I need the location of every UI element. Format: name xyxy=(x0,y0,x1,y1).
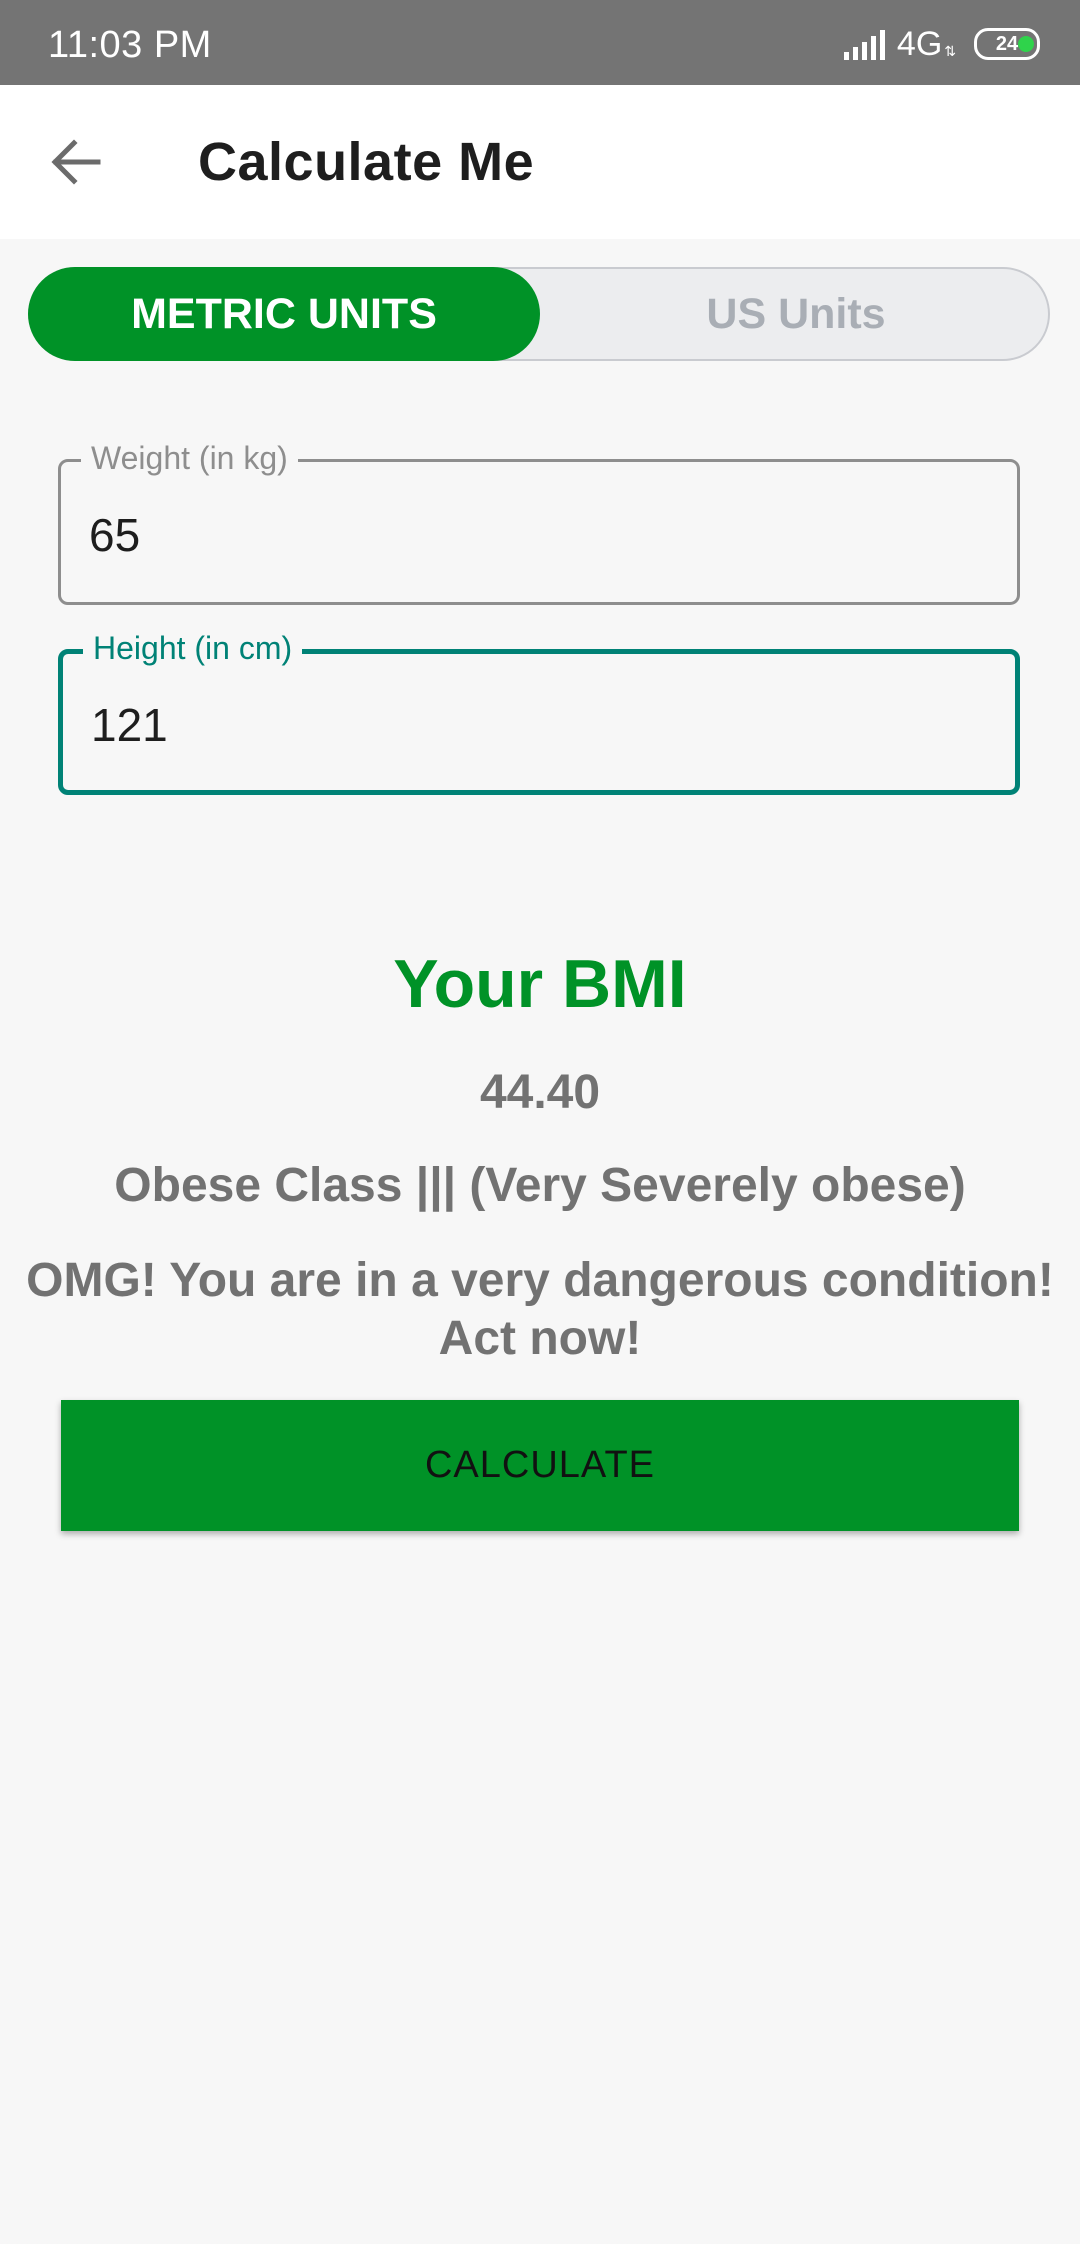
charging-dot-icon xyxy=(1018,36,1034,52)
battery-level: 24 xyxy=(995,32,1019,55)
bmi-classification: Obese Class ||| (Very Severely obese) xyxy=(114,1159,966,1212)
network-label: 4G xyxy=(896,24,943,63)
unit-toggle: METRIC UNITS US Units xyxy=(28,267,1050,361)
tab-metric-units[interactable]: METRIC UNITS xyxy=(28,267,540,361)
app-bar: Calculate Me xyxy=(0,85,1080,239)
status-bar: 11:03 PM 4G ⇅ 24 xyxy=(0,0,1080,85)
battery-icon: 24 xyxy=(974,28,1040,60)
status-time: 11:03 PM xyxy=(48,24,212,66)
weight-input[interactable]: 65 xyxy=(89,508,140,562)
bmi-message: OMG! You are in a very dangerous conditi… xyxy=(26,1254,1054,1365)
page-title: Calculate Me xyxy=(198,132,535,192)
weight-field[interactable]: Weight (in kg) 65 xyxy=(58,438,1020,605)
calculate-button[interactable]: CALCULATE xyxy=(61,1400,1019,1531)
signal-icon xyxy=(843,28,885,60)
weight-label: Weight (in kg) xyxy=(81,438,298,478)
height-label: Height (in cm) xyxy=(83,628,303,668)
bmi-title: Your BMI xyxy=(393,946,687,1022)
data-activity-icon: ⇅ xyxy=(944,42,956,59)
bmi-value: 44.40 xyxy=(479,1066,601,1119)
tab-us-units[interactable]: US Units xyxy=(540,267,1052,361)
arrow-left-icon xyxy=(51,139,101,185)
height-field[interactable]: Height (in cm) 121 xyxy=(58,628,1020,795)
height-input[interactable]: 121 xyxy=(91,698,168,752)
status-icons: 4G ⇅ 24 xyxy=(843,22,1040,66)
back-button[interactable] xyxy=(48,135,102,189)
